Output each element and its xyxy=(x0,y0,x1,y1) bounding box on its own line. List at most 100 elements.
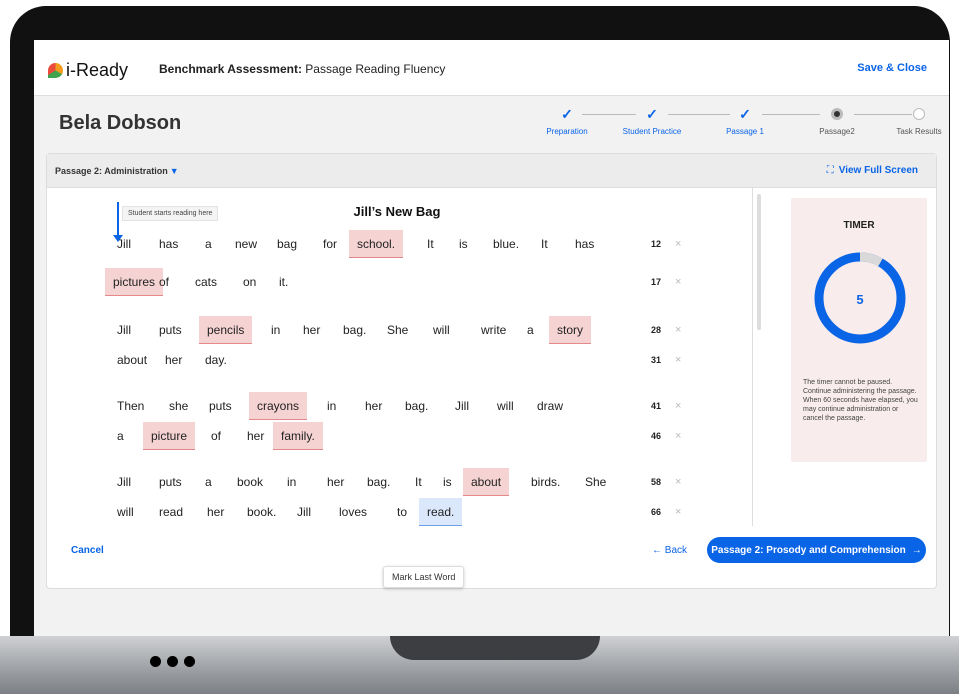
clear-line-icon[interactable]: × xyxy=(675,268,681,296)
passage-word[interactable]: puts xyxy=(159,316,182,344)
passage-word[interactable]: Jill xyxy=(117,316,131,344)
passage-word[interactable]: of xyxy=(211,422,221,450)
dropdown-label: Passage 2: Administration xyxy=(55,166,168,176)
passage-word[interactable]: is xyxy=(459,230,468,258)
back-button[interactable]: ← Back xyxy=(652,545,687,556)
passage-word[interactable]: a xyxy=(527,316,534,344)
view-full-screen-button[interactable]: ⛶ View Full Screen xyxy=(827,165,918,176)
dot xyxy=(150,656,161,667)
passage-word[interactable]: about xyxy=(117,346,147,374)
clear-line-icon[interactable]: × xyxy=(675,422,681,450)
passage-word-error[interactable]: school. xyxy=(349,230,404,258)
passage-word[interactable]: blue. xyxy=(493,230,519,258)
passage-word[interactable]: Jill xyxy=(297,498,311,526)
passage-word[interactable]: It xyxy=(541,230,548,258)
step-student-practice: ✓ Student Practice xyxy=(617,106,687,137)
clear-line-icon[interactable]: × xyxy=(675,230,681,258)
passage-word[interactable]: a xyxy=(205,468,212,496)
clear-line-icon[interactable]: × xyxy=(675,316,681,344)
scrollbar[interactable] xyxy=(757,194,761,330)
passage-administration-dropdown[interactable]: Passage 2: Administration ▼ xyxy=(55,166,179,176)
passage-word[interactable]: her xyxy=(365,392,382,420)
passage-word[interactable]: will xyxy=(433,316,450,344)
passage-word[interactable]: has xyxy=(575,230,594,258)
passage-word[interactable]: draw xyxy=(537,392,563,420)
passage-word[interactable]: in xyxy=(287,468,296,496)
passage-word[interactable]: to xyxy=(397,498,407,526)
iready-logo: i-Ready xyxy=(48,60,128,81)
passage-word[interactable]: It xyxy=(415,468,422,496)
passage-word[interactable]: bag xyxy=(277,230,297,258)
passage-word[interactable]: for xyxy=(323,230,337,258)
passage-word[interactable]: puts xyxy=(209,392,232,420)
passage-word[interactable]: it. xyxy=(279,268,288,296)
passage-word[interactable]: read xyxy=(159,498,183,526)
save-close-link[interactable]: Save & Close xyxy=(857,62,927,74)
passage-word[interactable]: book xyxy=(237,468,263,496)
cancel-button[interactable]: Cancel xyxy=(71,545,104,556)
passage-word[interactable]: she xyxy=(169,392,188,420)
passage-word-error[interactable]: pencils xyxy=(199,316,253,344)
passage-word[interactable]: has xyxy=(159,230,178,258)
passage-word[interactable]: her xyxy=(303,316,320,344)
passage-word[interactable]: on xyxy=(243,268,256,296)
passage-word[interactable]: her xyxy=(247,422,264,450)
passage-word[interactable]: bag. xyxy=(367,468,390,496)
clear-line-icon[interactable]: × xyxy=(675,468,681,496)
passage-word[interactable]: new xyxy=(235,230,257,258)
top-bar: i-Ready Benchmark Assessment: Passage Re… xyxy=(34,40,949,96)
passage-word[interactable]: She xyxy=(585,468,606,496)
step-passage-2: Passage2 xyxy=(802,106,872,136)
next-passage-button[interactable]: Passage 2: Prosody and Comprehension → xyxy=(707,537,926,563)
start-reading-label: Student starts reading here xyxy=(122,206,219,221)
passage-word[interactable]: loves xyxy=(339,498,367,526)
assessment-title-rest: Passage Reading Fluency xyxy=(305,62,446,76)
passage-word[interactable]: her xyxy=(165,346,182,374)
passage-word[interactable]: She xyxy=(387,316,408,344)
passage-word-last[interactable]: read. xyxy=(419,498,463,526)
progress-stepper: ✓ Preparation ✓ Student Practice ✓ Passa… xyxy=(532,106,942,146)
pending-step-dot-icon xyxy=(913,108,925,120)
passage-word[interactable]: birds. xyxy=(531,468,560,496)
passage-word-error[interactable]: about xyxy=(463,468,510,496)
passage-word[interactable]: Jill xyxy=(455,392,469,420)
passage-word[interactable]: write xyxy=(481,316,506,344)
passage-word[interactable]: will xyxy=(117,498,134,526)
passage-word[interactable]: puts xyxy=(159,468,182,496)
passage-word[interactable]: book. xyxy=(247,498,276,526)
passage-word[interactable]: will xyxy=(497,392,514,420)
passage-word[interactable]: It xyxy=(427,230,434,258)
line-word-count: 31 xyxy=(650,355,661,365)
clear-line-icon[interactable]: × xyxy=(675,498,681,526)
current-step-dot-icon xyxy=(831,108,843,120)
timer-note: The timer cannot be paused. Continue adm… xyxy=(803,379,918,422)
passage-word[interactable]: Jill xyxy=(117,468,131,496)
passage-word-error[interactable]: pictures xyxy=(105,268,164,296)
step-label: Task Results xyxy=(896,127,942,136)
passage-word[interactable]: a xyxy=(205,230,212,258)
passage-word[interactable]: in xyxy=(271,316,280,344)
passage-word-error[interactable]: family. xyxy=(273,422,323,450)
passage-word[interactable]: is xyxy=(443,468,452,496)
passage-word[interactable]: bag. xyxy=(343,316,366,344)
clear-line-icon[interactable]: × xyxy=(675,392,681,420)
line-word-count: 28 xyxy=(650,325,661,335)
expand-icon: ⛶ xyxy=(826,165,834,176)
passage-word[interactable]: cats xyxy=(195,268,217,296)
passage-word[interactable]: bag. xyxy=(405,392,428,420)
passage-word[interactable]: of xyxy=(159,268,169,296)
passage-word[interactable]: Then xyxy=(117,392,144,420)
passage-word-error[interactable]: crayons xyxy=(249,392,308,420)
passage-word[interactable]: day. xyxy=(205,346,227,374)
passage-word[interactable]: Jill xyxy=(117,230,131,258)
passage-word[interactable]: in xyxy=(327,392,336,420)
passage-word[interactable]: a xyxy=(117,422,124,450)
passage-word-error[interactable]: picture xyxy=(143,422,196,450)
passage-word-error[interactable]: story xyxy=(549,316,592,344)
line-word-count: 66 xyxy=(650,507,661,517)
panel-footer: Cancel ← Back Passage 2: Prosody and Com… xyxy=(47,526,936,588)
clear-line-icon[interactable]: × xyxy=(675,346,681,374)
passage-word[interactable]: her xyxy=(327,468,344,496)
passage-line: will read her book. Jill loves to read. 66 × xyxy=(47,498,752,526)
passage-word[interactable]: her xyxy=(207,498,224,526)
